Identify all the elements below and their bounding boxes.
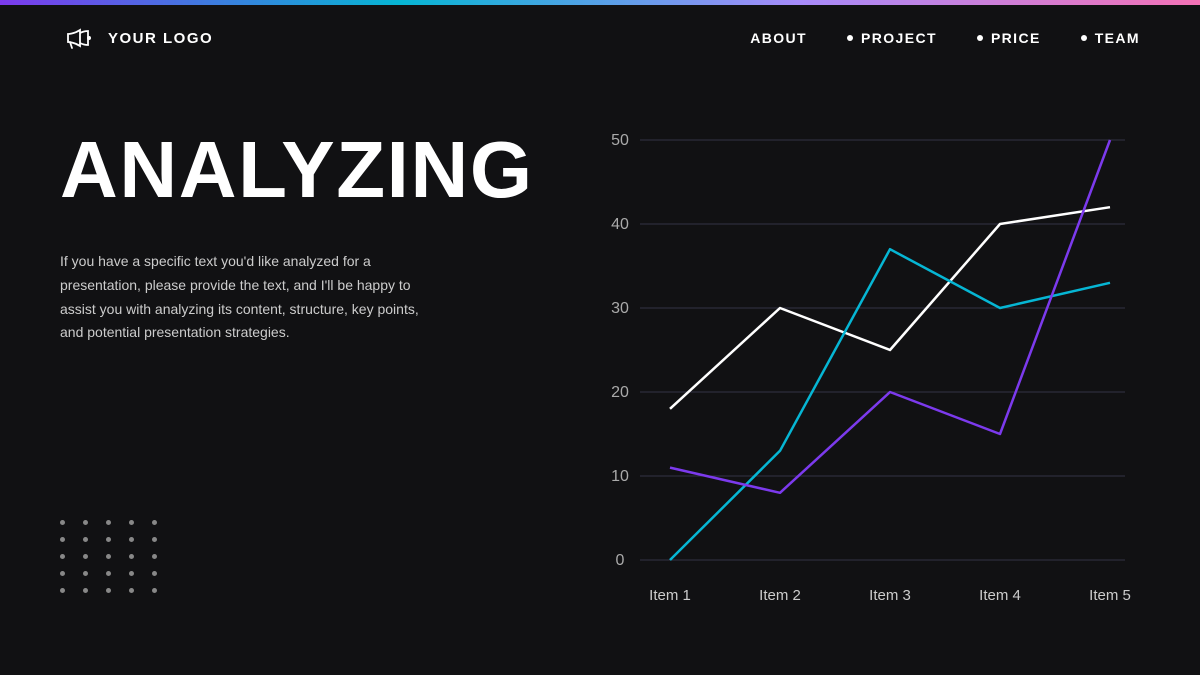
- y-label-50: 50: [611, 132, 629, 149]
- dot: [152, 520, 157, 525]
- line-chart: 50 40 30 20 10 0 Item 1 Item 2 Item 3 It…: [580, 100, 1160, 640]
- dot: [129, 588, 134, 593]
- y-label-20: 20: [611, 384, 629, 401]
- dot: [152, 588, 157, 593]
- dot: [106, 537, 111, 542]
- chart-container: 50 40 30 20 10 0 Item 1 Item 2 Item 3 It…: [580, 100, 1160, 640]
- nav-dot-team: [1081, 35, 1087, 41]
- dot: [129, 571, 134, 576]
- logo-icon: [60, 20, 96, 56]
- x-label-item3: Item 3: [869, 587, 911, 604]
- dot: [129, 537, 134, 542]
- header: YOUR LOGO ABOUT PROJECT PRICE TEAM: [0, 20, 1200, 56]
- dot: [152, 537, 157, 542]
- dot: [83, 520, 88, 525]
- main-title: ANALYZING: [60, 130, 540, 210]
- dot: [60, 537, 65, 542]
- dots-row-5: [60, 588, 157, 593]
- y-label-40: 40: [611, 216, 629, 233]
- nav-label-team: TEAM: [1095, 30, 1140, 46]
- description-text: If you have a specific text you'd like a…: [60, 250, 440, 345]
- dot: [60, 571, 65, 576]
- dots-grid: [60, 520, 157, 605]
- nav-item-team[interactable]: TEAM: [1081, 30, 1140, 46]
- dot: [60, 554, 65, 559]
- x-label-item5: Item 5: [1089, 587, 1131, 604]
- dots-row-3: [60, 554, 157, 559]
- logo-area: YOUR LOGO: [60, 20, 213, 56]
- top-gradient-bar: [0, 0, 1200, 5]
- series-cyan-line: [670, 249, 1110, 560]
- x-label-item1: Item 1: [649, 587, 691, 604]
- dot: [129, 554, 134, 559]
- dot: [83, 571, 88, 576]
- dot: [83, 537, 88, 542]
- dots-row-2: [60, 537, 157, 542]
- y-label-10: 10: [611, 468, 629, 485]
- y-label-30: 30: [611, 300, 629, 317]
- series-purple-line: [670, 140, 1110, 493]
- dot: [60, 588, 65, 593]
- y-label-0: 0: [616, 552, 625, 569]
- dot: [152, 571, 157, 576]
- nav-label-about: ABOUT: [750, 30, 807, 46]
- nav-dot-price: [977, 35, 983, 41]
- logo-text: YOUR LOGO: [108, 30, 213, 47]
- dot: [60, 520, 65, 525]
- left-content: ANALYZING If you have a specific text yo…: [60, 130, 540, 345]
- nav-item-about[interactable]: ABOUT: [750, 30, 807, 46]
- dot: [83, 554, 88, 559]
- x-label-item4: Item 4: [979, 587, 1021, 604]
- dot: [106, 571, 111, 576]
- nav-label-project: PROJECT: [861, 30, 937, 46]
- dot: [106, 554, 111, 559]
- dots-row-1: [60, 520, 157, 525]
- dot: [129, 520, 134, 525]
- dots-row-4: [60, 571, 157, 576]
- main-nav: ABOUT PROJECT PRICE TEAM: [750, 30, 1140, 46]
- nav-dot-project: [847, 35, 853, 41]
- nav-item-price[interactable]: PRICE: [977, 30, 1041, 46]
- x-label-item2: Item 2: [759, 587, 801, 604]
- dot: [152, 554, 157, 559]
- dot: [83, 588, 88, 593]
- dot: [106, 520, 111, 525]
- dot: [106, 588, 111, 593]
- nav-label-price: PRICE: [991, 30, 1041, 46]
- nav-item-project[interactable]: PROJECT: [847, 30, 937, 46]
